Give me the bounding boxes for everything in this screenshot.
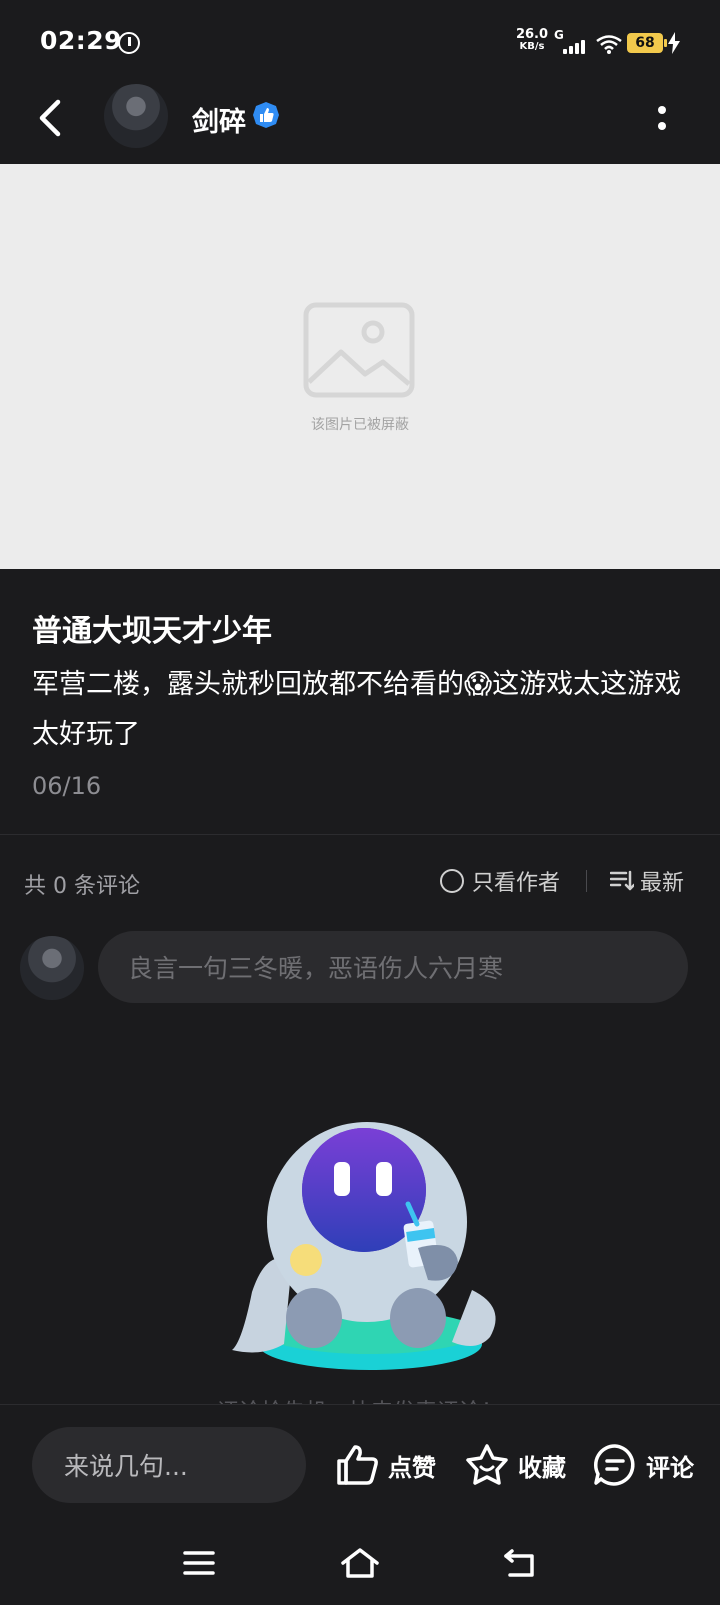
- clock-icon: [118, 32, 140, 54]
- like-label: 点赞: [388, 1453, 436, 1482]
- image-blocked-text: 该图片已被屏蔽: [311, 417, 409, 433]
- sort-latest-button[interactable]: 最新: [610, 866, 684, 896]
- charging-bolt-icon: [668, 32, 680, 54]
- network-speed: 26.0 KB/s: [514, 28, 550, 53]
- status-time: 02:29: [40, 26, 123, 55]
- back-arrow-icon[interactable]: [30, 92, 74, 144]
- comment-bubble-icon: [594, 1444, 635, 1486]
- author-avatar[interactable]: [104, 84, 168, 148]
- post-title: 普通大坝天才少年: [32, 614, 272, 649]
- post-body: 军营二楼，露头就秒回放都不给看的😱这游戏太这游戏太好玩了: [32, 669, 682, 750]
- like-button[interactable]: 点赞: [334, 1429, 436, 1501]
- back-return-icon: [504, 1549, 534, 1577]
- battery-icon: 68: [627, 33, 667, 53]
- menu-nav-button[interactable]: [174, 1538, 224, 1588]
- say-something-input[interactable]: 来说几句...: [32, 1427, 306, 1503]
- user-avatar: [20, 936, 84, 1000]
- post-image-blocked[interactable]: 该图片已被屏蔽: [0, 164, 720, 569]
- author-only-toggle[interactable]: 只看作者: [440, 866, 560, 896]
- wifi-icon: [596, 35, 622, 54]
- more-vertical-icon[interactable]: [650, 100, 674, 136]
- comment-button[interactable]: 评论: [592, 1429, 694, 1501]
- post-date: 06/16: [32, 772, 102, 800]
- author-only-label: 只看作者: [472, 871, 561, 896]
- favorite-button[interactable]: 收藏: [464, 1429, 566, 1501]
- star-icon: [466, 1444, 508, 1485]
- home-nav-button[interactable]: [335, 1538, 385, 1588]
- robot-mascot-illustration: [232, 1122, 496, 1370]
- post-header: 剑碎: [0, 82, 720, 164]
- menu-icon: [183, 1551, 215, 1575]
- divider: [586, 870, 587, 892]
- status-bar: 02:29 26.0 KB/s G 68: [0, 0, 720, 82]
- sort-label: 最新: [640, 871, 685, 896]
- comment-input[interactable]: 良言一句三冬暖，恶语伤人六月寒: [98, 931, 688, 1003]
- favorite-label: 收藏: [518, 1453, 566, 1482]
- signal-icon: [563, 40, 587, 54]
- image-placeholder-icon: [303, 302, 415, 398]
- radio-icon: [440, 869, 464, 893]
- network-speed-value: 26.0: [515, 27, 549, 42]
- back-nav-button[interactable]: [495, 1538, 545, 1588]
- thumb-up-icon: [337, 1445, 378, 1485]
- comment-count: 共 0 条评论: [24, 874, 140, 899]
- comment-label: 评论: [646, 1453, 694, 1482]
- network-speed-unit: KB/s: [519, 41, 545, 52]
- system-nav-bar: [0, 1524, 720, 1605]
- verified-thumb-icon: [253, 102, 279, 128]
- author-name[interactable]: 剑碎: [192, 100, 246, 139]
- divider: [0, 834, 720, 835]
- post-detail-screen: 02:29 26.0 KB/s G 68 剑碎 该图片已被屏蔽 普通大坝天才少年…: [0, 0, 720, 1605]
- sort-list-icon: [610, 870, 634, 891]
- home-icon: [341, 1548, 379, 1578]
- bottom-action-bar: 来说几句... 点赞 收藏 评论: [0, 1404, 720, 1524]
